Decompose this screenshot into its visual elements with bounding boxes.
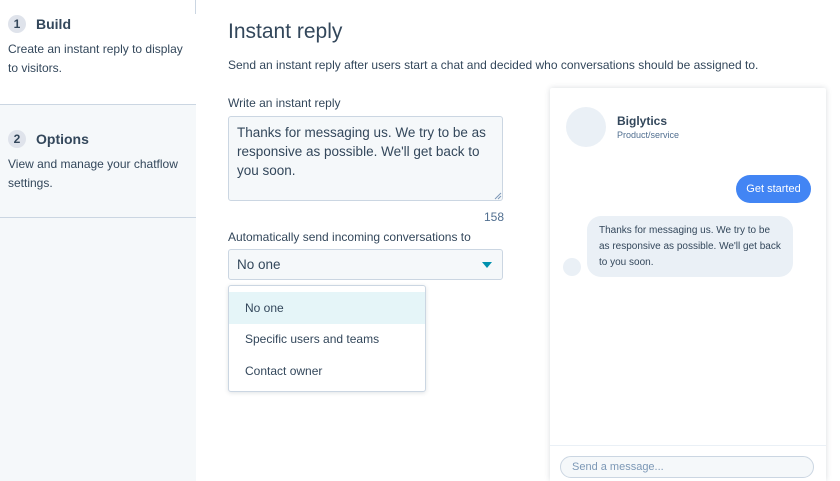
resize-handle-icon[interactable] <box>494 192 502 200</box>
assign-dropdown-menu: No one Specific users and teams Contact … <box>228 285 426 392</box>
page-subtitle: Send an instant reply after users start … <box>228 58 759 72</box>
dropdown-option-contact-owner[interactable]: Contact owner <box>229 355 425 387</box>
brand-name: Biglytics <box>617 114 668 128</box>
assign-selected-value: No one <box>237 257 281 272</box>
step-description: Create an instant reply to display to vi… <box>8 42 183 75</box>
bot-message-bubble: Thanks for messaging us. We try to be as… <box>587 216 793 277</box>
step-description: View and manage your chatflow settings. <box>8 157 178 190</box>
step-header: 1 Build <box>8 14 188 34</box>
step-number: 2 <box>8 130 26 148</box>
dropdown-option-no-one[interactable]: No one <box>229 292 425 324</box>
assign-label: Automatically send incoming conversation… <box>228 230 471 244</box>
dropdown-option-specific-users-and-teams[interactable]: Specific users and teams <box>229 324 425 356</box>
assign-select[interactable]: No one <box>228 249 503 280</box>
brand-type: Product/service <box>617 130 680 140</box>
reply-label: Write an instant reply <box>228 96 341 110</box>
brand-avatar <box>566 107 606 147</box>
bot-avatar <box>563 258 581 276</box>
step-options[interactable]: 2 Options View and manage your chatflow … <box>0 104 196 218</box>
step-header: 2 Options <box>8 129 188 149</box>
instant-reply-textarea[interactable]: Thanks for messaging us. We try to be as… <box>228 116 503 201</box>
steps-panel: 1 Build Create an instant reply to displ… <box>0 0 196 481</box>
step-build[interactable]: 1 Build Create an instant reply to displ… <box>0 14 196 104</box>
steps-panel-filler <box>0 218 196 481</box>
caret-down-icon <box>482 261 492 268</box>
page-title: Instant reply <box>228 20 343 43</box>
step-title: Build <box>36 16 71 32</box>
message-input[interactable] <box>560 456 814 478</box>
chat-preview: Biglytics Product/service Get started Th… <box>550 88 826 481</box>
step-title: Options <box>36 131 89 147</box>
get-started-button[interactable]: Get started <box>736 175 811 203</box>
composer-area <box>550 445 826 481</box>
step-number: 1 <box>8 15 26 33</box>
character-count: 158 <box>484 210 505 224</box>
